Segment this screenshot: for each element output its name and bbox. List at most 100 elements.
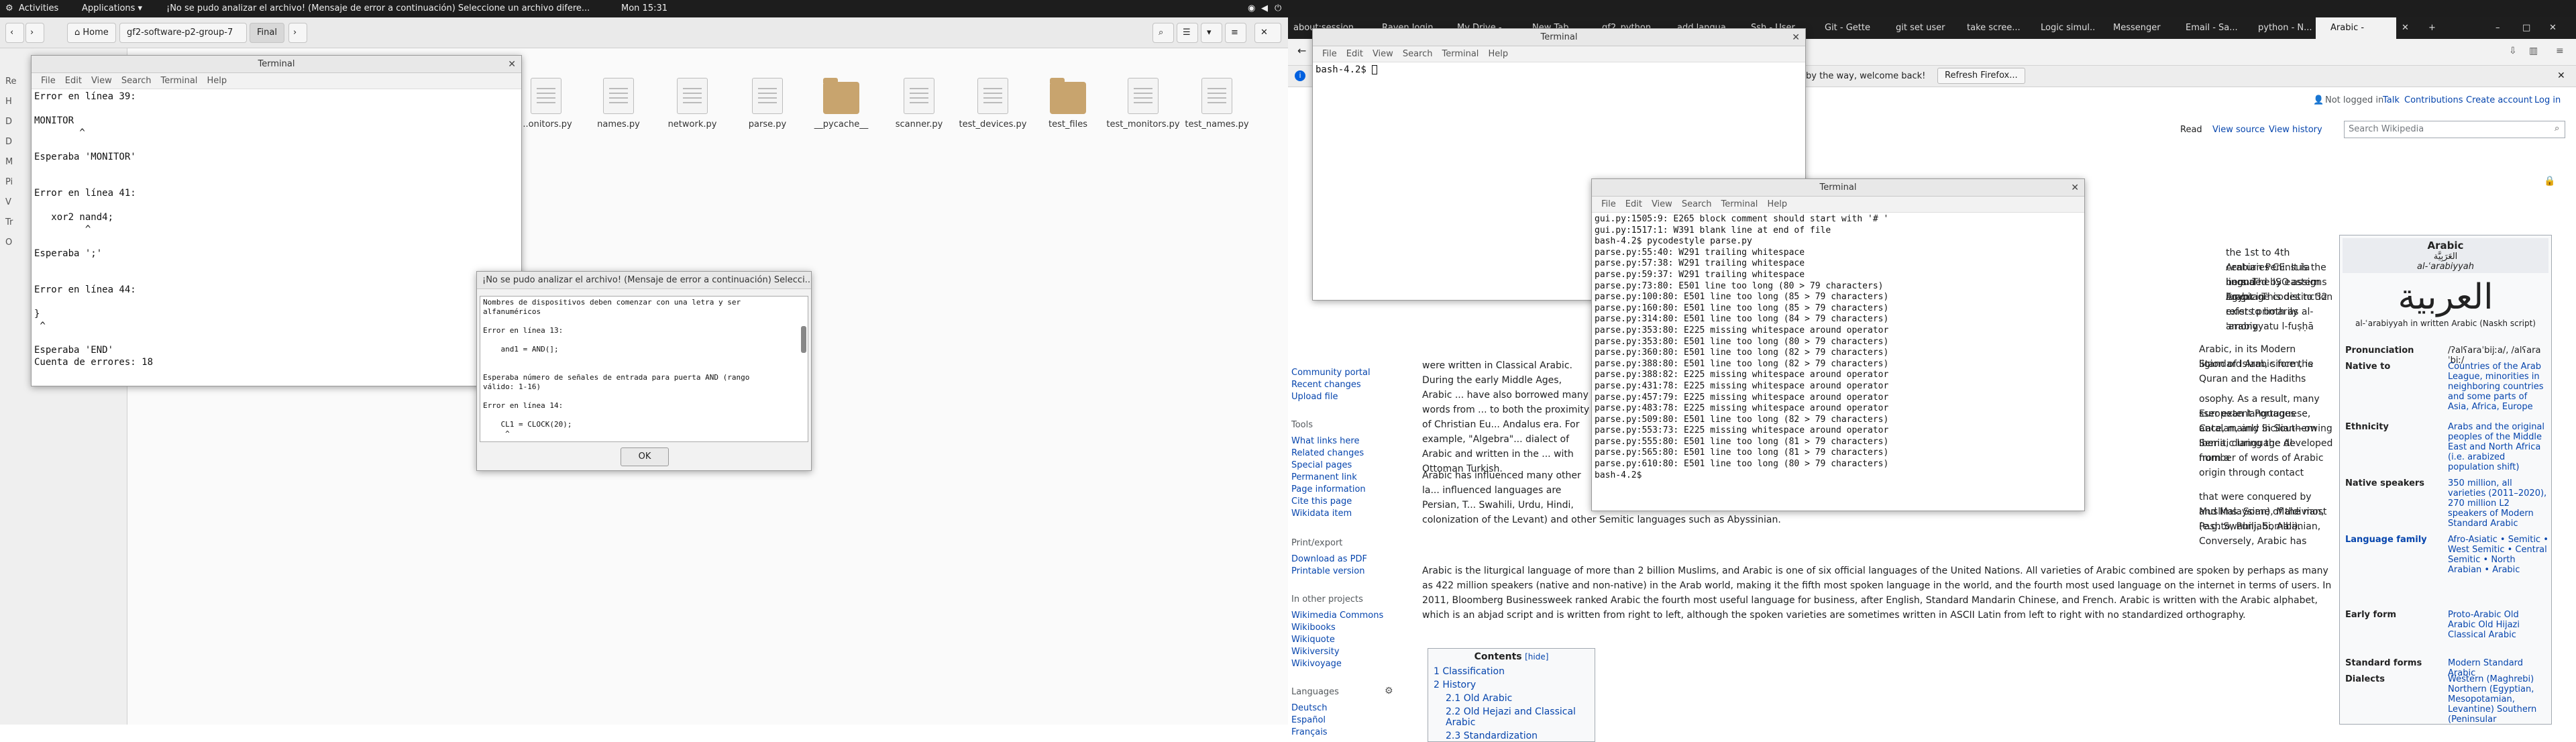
minimize-icon[interactable]: – [2496, 17, 2509, 39]
login-link[interactable]: Log in [2534, 95, 2561, 105]
infobox-value[interactable]: 350 million, all varieties (2011–2020), … [2448, 478, 2548, 529]
breadcrumb-home[interactable]: ⌂ Home [67, 23, 116, 43]
new-tab-icon[interactable]: + [2428, 17, 2442, 39]
toc-item[interactable]: 2.2 Old Hejazi and Classical Arabic [1446, 706, 1595, 728]
folder-item[interactable]: test_files [1030, 78, 1106, 129]
terminal-output[interactable]: gui.py:1505:9: E265 block comment should… [1592, 213, 2084, 511]
wiki-search-input[interactable]: Search Wikipedia [2344, 121, 2565, 138]
sidebar-item[interactable]: O [5, 237, 12, 248]
close-icon[interactable]: ✕ [2549, 17, 2563, 39]
tab-active[interactable]: Arabic - [2316, 17, 2396, 39]
library-icon[interactable]: ▥ [2529, 46, 2538, 56]
tab[interactable]: Email - Sa... [2171, 17, 2241, 39]
menu-edit[interactable]: Edit [1346, 49, 1363, 59]
terminal-title-bar[interactable]: Terminal ✕ [1313, 29, 1805, 46]
toc-item[interactable]: 1 Classification [1434, 666, 1595, 677]
close-icon[interactable]: ✕ [1792, 29, 1800, 46]
sidebar-link[interactable]: Wikibooks [1291, 623, 1336, 633]
sidebar-item[interactable]: H [5, 97, 12, 107]
tab[interactable]: Logic simul... [2026, 17, 2096, 39]
file-item[interactable]: names.py [581, 78, 656, 129]
terminal-output[interactable]: Error en línea 39: MONITOR ^ Esperaba 'M… [32, 89, 521, 384]
view-source-tab[interactable]: View source [2212, 125, 2265, 135]
close-notification-icon[interactable]: ✕ [2557, 70, 2565, 81]
power-icon[interactable]: ⏻ [1275, 3, 1281, 13]
menu-view[interactable]: View [1373, 49, 1393, 59]
back-icon[interactable]: ← [1297, 44, 1306, 57]
search-icon[interactable]: ⌕ [1152, 23, 1174, 43]
tab[interactable]: take scree... [1953, 17, 2023, 39]
infobox-value[interactable]: Western (Maghrebi) Northern (Egyptian, M… [2448, 674, 2548, 725]
file-item[interactable]: test_monitors.py [1106, 78, 1181, 129]
infobox-value[interactable]: Afro-Asiatic • Semitic • West Semitic • … [2448, 535, 2548, 575]
sidebar-item[interactable]: Tr [5, 217, 13, 227]
file-item[interactable]: parse.py [730, 78, 805, 129]
infobox-value[interactable]: Countries of the Arab League, minorities… [2448, 362, 2548, 412]
talk-link[interactable]: Talk [2383, 95, 2400, 105]
file-item[interactable]: scanner.py [881, 78, 957, 129]
dialog-title-bar[interactable]: ¡No se pudo analizar el archivo! (Mensaj… [477, 272, 811, 289]
breadcrumb-current[interactable]: Final [250, 23, 284, 43]
sidebar-link[interactable]: Cite this page [1291, 496, 1352, 507]
tab[interactable]: Git - Gette [1809, 17, 1878, 39]
menu-help[interactable]: Help [1767, 199, 1787, 209]
sidebar-item[interactable]: Re [5, 76, 16, 87]
menu-file[interactable]: File [1601, 199, 1616, 209]
back-button[interactable]: ‹ [5, 23, 24, 43]
sidebar-link[interactable]: Community portal [1291, 368, 1371, 378]
toc-item[interactable]: 2.3 Standardization [1446, 731, 1595, 741]
activities-button[interactable]: Activities [19, 3, 58, 13]
menu-file[interactable]: File [1322, 49, 1337, 59]
contributions-link[interactable]: Contributions [2404, 95, 2463, 105]
menu-terminal[interactable]: Terminal [1721, 199, 1758, 209]
sidebar-item[interactable]: Pi [5, 177, 13, 187]
focused-window-title[interactable]: ¡No se pudo analizar el archivo! (Mensaj… [166, 3, 590, 13]
language-link[interactable]: Español [1291, 715, 1326, 725]
menu-icon[interactable]: ≡ [1225, 23, 1246, 43]
sidebar-link[interactable]: Wikiquote [1291, 635, 1335, 645]
contents-hide-link[interactable]: [hide] [1525, 652, 1548, 661]
menu-edit[interactable]: Edit [1625, 199, 1642, 209]
menu-icon[interactable]: ≡ [2556, 46, 2564, 56]
file-item[interactable]: test_names.py [1179, 78, 1254, 129]
view-options-icon[interactable]: ▾ [1201, 23, 1222, 43]
menu-search[interactable]: Search [121, 76, 152, 86]
menu-edit[interactable]: Edit [65, 76, 82, 86]
infobox-value[interactable]: Arabs and the original peoples of the Mi… [2448, 422, 2548, 472]
folder-item[interactable]: __pycache__ [804, 78, 879, 129]
sidebar-link[interactable]: Recent changes [1291, 380, 1361, 390]
menu-terminal[interactable]: Terminal [1442, 49, 1479, 59]
read-tab[interactable]: Read [2180, 125, 2202, 135]
clock[interactable]: Mon 15:31 [621, 3, 667, 13]
sidebar-link[interactable]: Wikidata item [1291, 509, 1352, 519]
downloads-icon[interactable]: ⇩ [2509, 46, 2517, 56]
volume-icon[interactable]: ◀ [1261, 3, 1268, 13]
sidebar-link[interactable]: Page information [1291, 484, 1366, 494]
close-icon[interactable]: ✕ [508, 56, 516, 72]
toc-item[interactable]: 2 History [1434, 680, 1595, 690]
menu-terminal[interactable]: Terminal [160, 76, 197, 86]
menu-view[interactable]: View [1652, 199, 1672, 209]
gear-icon[interactable]: ⚙ [1385, 686, 1393, 696]
list-view-icon[interactable]: ☰ [1177, 23, 1198, 43]
terminal-title-bar[interactable]: Terminal ✕ [32, 56, 521, 73]
sidebar-link[interactable]: What links here [1291, 436, 1359, 446]
forward-button[interactable]: › [25, 23, 44, 43]
maximize-icon[interactable]: □ [2522, 17, 2536, 39]
sidebar-link[interactable]: Download as PDF [1291, 554, 1367, 564]
ok-button[interactable]: OK [621, 447, 669, 466]
infobox-value[interactable]: Proto-Arabic Old Arabic Old Hijazi Class… [2448, 610, 2548, 640]
sidebar-link[interactable]: Wikiversity [1291, 647, 1340, 657]
file-item[interactable]: test_devices.py [955, 78, 1030, 129]
menu-search[interactable]: Search [1682, 199, 1712, 209]
tab[interactable]: Messenger [2098, 17, 2168, 39]
applications-menu[interactable]: Applications ▾ [82, 3, 142, 13]
sidebar-item[interactable]: D [5, 137, 12, 147]
sidebar-link[interactable]: Permanent link [1291, 472, 1357, 482]
breadcrumb-folder[interactable]: gf2-software-p2-group-7 [119, 23, 247, 43]
error-message-box[interactable]: Nombres de dispositivos deben comenzar c… [480, 296, 808, 442]
sidebar-item[interactable]: D [5, 117, 12, 127]
sidebar-link[interactable]: Upload file [1291, 392, 1338, 402]
menu-help[interactable]: Help [207, 76, 227, 86]
language-link[interactable]: Français [1291, 727, 1328, 737]
